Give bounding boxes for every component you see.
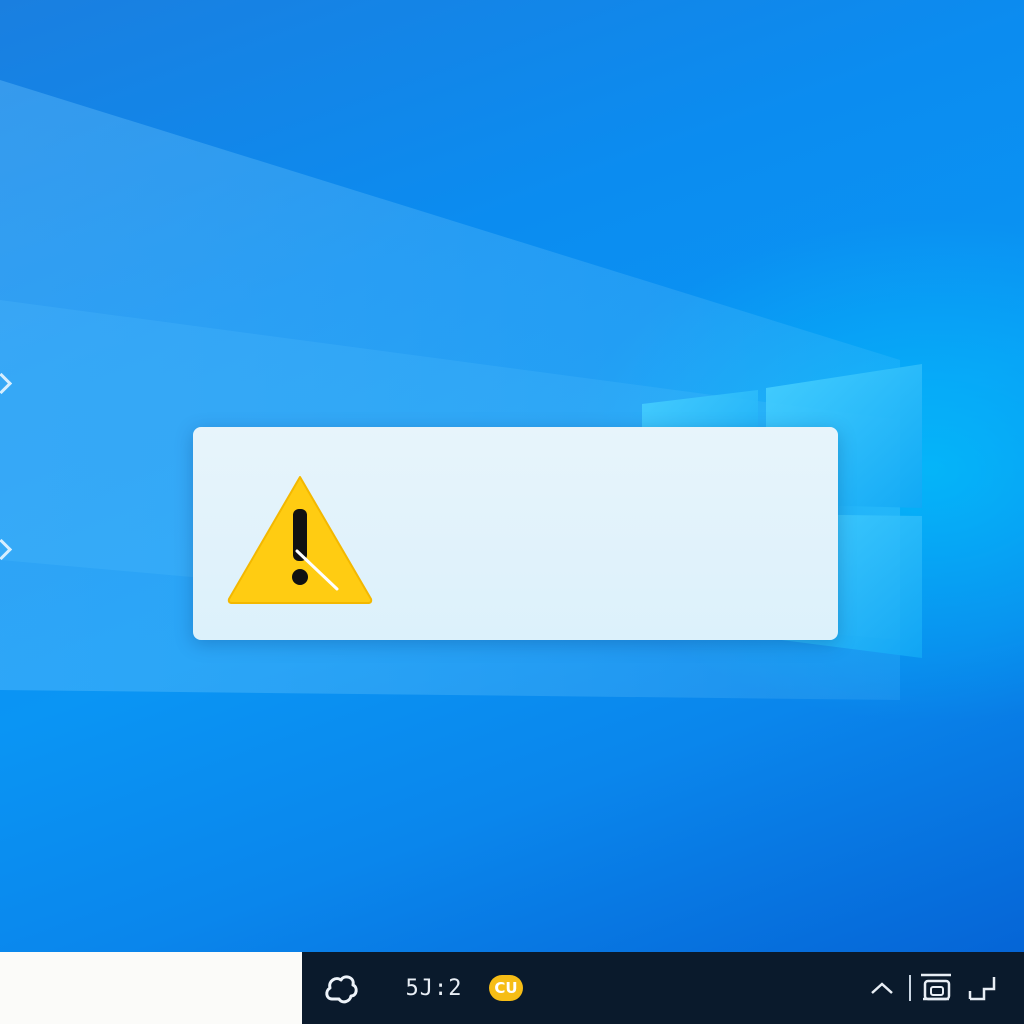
warning-icon — [227, 476, 373, 604]
tray-separator — [906, 952, 914, 1024]
taskbar-left-area — [0, 952, 302, 1024]
warning-notification[interactable] — [193, 427, 838, 640]
cloud-icon[interactable] — [316, 952, 366, 1024]
display-icon[interactable] — [962, 952, 1002, 1024]
desktop-background — [0, 0, 1024, 952]
taskbar: 5J:2 CU — [302, 952, 1024, 1024]
notification-badge[interactable]: CU — [486, 952, 526, 1024]
taskbar-clock[interactable]: 5J:2 — [394, 952, 474, 1024]
chevron-up-icon[interactable] — [864, 952, 900, 1024]
network-icon[interactable] — [914, 952, 958, 1024]
badge-label: CU — [489, 975, 523, 1001]
